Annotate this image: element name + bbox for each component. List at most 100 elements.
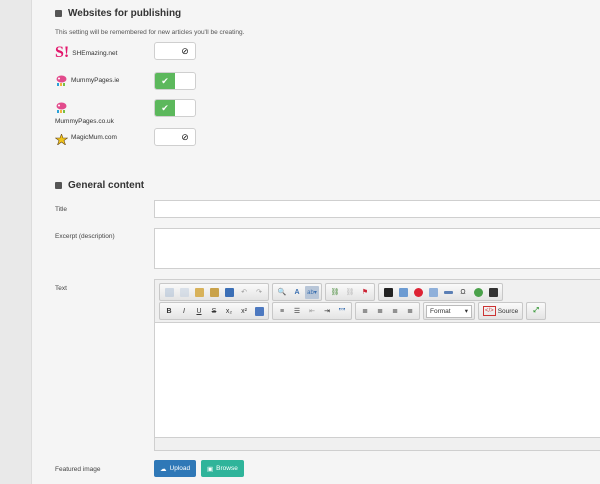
chevron-down-icon: ▾ [464, 308, 468, 315]
disabled-icon: ⊘ [181, 45, 189, 56]
site-name: MummyPages.ie [71, 77, 120, 84]
cut-icon[interactable] [162, 286, 176, 299]
toggle-off-half [155, 129, 175, 145]
checkmark-icon: ✔ [155, 100, 175, 116]
subscript-button[interactable]: x₂ [222, 305, 236, 318]
maximize-icon[interactable]: ⤢ [529, 305, 543, 318]
left-sidebar [0, 0, 32, 484]
link-group: ⛓ ⛓ ⚑ [325, 283, 375, 301]
spellcheck-dropdown-icon[interactable]: ab▾ [305, 285, 319, 299]
align-group: ≣ ≣ ≣ ≣ [355, 302, 420, 320]
find-group: 🔍 A ab▾ [272, 283, 322, 301]
excerpt-label: Excerpt (description) [55, 233, 115, 240]
embed-icon[interactable] [381, 286, 395, 299]
rich-text-editor: ↶ ↷ 🔍 A ab▾ ⛓ ⛓ ⚑ Ω B I U S x₂ x² ≡ ☰ ⇤ … [154, 279, 600, 451]
clipboard-group: ↶ ↷ [159, 283, 269, 301]
shemazing-logo-icon: S! [55, 44, 70, 61]
browse-button[interactable]: ▣ Browse [201, 460, 244, 477]
site-mummypages-ie: MummyPages.ie [55, 74, 119, 87]
source-icon: </> [483, 306, 496, 316]
upload-button[interactable]: ☁ Upload [154, 460, 197, 477]
indent-icon[interactable]: ⇥ [320, 305, 334, 318]
flash-icon[interactable] [411, 286, 425, 299]
list-group: ≡ ☰ ⇤ ⇥ ”” [272, 302, 352, 320]
magicmum-logo-icon [54, 132, 69, 146]
editor-toolbar-row-2: B I U S x₂ x² ≡ ☰ ⇤ ⇥ ”” ≣ ≣ ≣ ≣ Format … [159, 302, 547, 320]
browse-label: Browse [216, 465, 238, 472]
image-icon: ▣ [207, 465, 214, 473]
title-label: Title [55, 206, 68, 213]
source-group: </> Source [478, 302, 524, 320]
table-icon[interactable] [426, 286, 440, 299]
blockquote-icon[interactable]: ”” [335, 305, 349, 318]
special-char-icon[interactable]: Ω [456, 286, 470, 299]
link-icon[interactable]: ⛓ [328, 286, 342, 299]
general-title-text: General content [68, 180, 145, 191]
image-icon[interactable] [396, 286, 410, 299]
copy-icon[interactable] [177, 286, 191, 299]
maximize-group: ⤢ [526, 302, 547, 320]
anchor-icon[interactable]: ⚑ [358, 286, 372, 299]
section-bullet-icon [55, 182, 62, 189]
toggle-mummypages-ie[interactable]: ✔ [154, 72, 196, 90]
disabled-icon: ⊘ [181, 131, 189, 142]
format-select-label: Format [430, 307, 451, 315]
checkmark-icon: ✔ [155, 73, 175, 89]
smiley-icon[interactable] [471, 286, 485, 299]
undo-icon[interactable]: ↶ [237, 286, 251, 299]
editor-toolbar-row-1: ↶ ↷ 🔍 A ab▾ ⛓ ⛓ ⚑ Ω [159, 283, 503, 301]
toggle-on-half [175, 73, 195, 89]
find-icon[interactable]: 🔍 [275, 286, 289, 299]
outdent-icon[interactable]: ⇤ [305, 305, 319, 318]
publishing-section-title: Websites for publishing [55, 8, 181, 19]
main-content: Websites for publishing This setting wil… [32, 0, 600, 484]
title-input[interactable] [154, 200, 600, 218]
text-label: Text [55, 285, 67, 292]
editor-content-area[interactable] [155, 322, 600, 438]
featured-image-label: Featured image [55, 466, 101, 473]
replace-icon[interactable]: A [290, 286, 304, 299]
site-name: SHEmazing.net [72, 49, 118, 57]
toggle-off-half [155, 43, 175, 59]
numbered-list-icon[interactable]: ≡ [275, 305, 289, 318]
site-magicmum: MagicMum.com [54, 132, 117, 146]
toggle-on-half [175, 100, 195, 116]
paste-icon[interactable] [192, 286, 206, 299]
insert-group: Ω [378, 283, 503, 301]
align-left-icon[interactable]: ≣ [358, 305, 372, 318]
format-group: Format ▾ [423, 302, 475, 320]
source-label: Source [497, 307, 519, 315]
bulleted-list-icon[interactable]: ☰ [290, 305, 304, 318]
excerpt-textarea[interactable] [154, 228, 600, 269]
align-right-icon[interactable]: ≣ [388, 305, 402, 318]
iframe-icon[interactable] [486, 286, 500, 299]
publishing-title-text: Websites for publishing [68, 8, 182, 19]
strike-button[interactable]: S [207, 305, 221, 318]
unlink-icon[interactable]: ⛓ [343, 286, 357, 299]
source-button[interactable]: </> Source [481, 306, 520, 316]
toggle-mummypages-couk[interactable]: ✔ [154, 99, 196, 117]
format-select[interactable]: Format ▾ [426, 304, 472, 318]
superscript-button[interactable]: x² [237, 305, 251, 318]
italic-button[interactable]: I [177, 305, 191, 318]
remove-format-icon[interactable] [252, 305, 266, 318]
underline-button[interactable]: U [192, 305, 206, 318]
upload-label: Upload [169, 465, 191, 472]
paste-text-icon[interactable] [207, 286, 221, 299]
horizontal-rule-icon[interactable] [441, 286, 455, 299]
section-bullet-icon [55, 10, 62, 17]
general-section-title: General content [55, 180, 144, 191]
cloud-upload-icon: ☁ [160, 465, 167, 473]
publishing-note: This setting will be remembered for new … [55, 29, 245, 36]
bold-button[interactable]: B [162, 305, 176, 318]
site-name: MummyPages.co.uk [55, 118, 114, 125]
paste-word-icon[interactable] [222, 286, 236, 299]
redo-icon[interactable]: ↷ [252, 286, 266, 299]
toggle-shemazing[interactable]: ⊘ [154, 42, 196, 60]
align-justify-icon[interactable]: ≣ [403, 305, 417, 318]
align-center-icon[interactable]: ≣ [373, 305, 387, 318]
toggle-magicmum[interactable]: ⊘ [154, 128, 196, 146]
basic-styles-group: B I U S x₂ x² [159, 302, 269, 320]
site-name: MagicMum.com [71, 134, 117, 141]
mummypages-ie-logo-icon [55, 74, 68, 87]
